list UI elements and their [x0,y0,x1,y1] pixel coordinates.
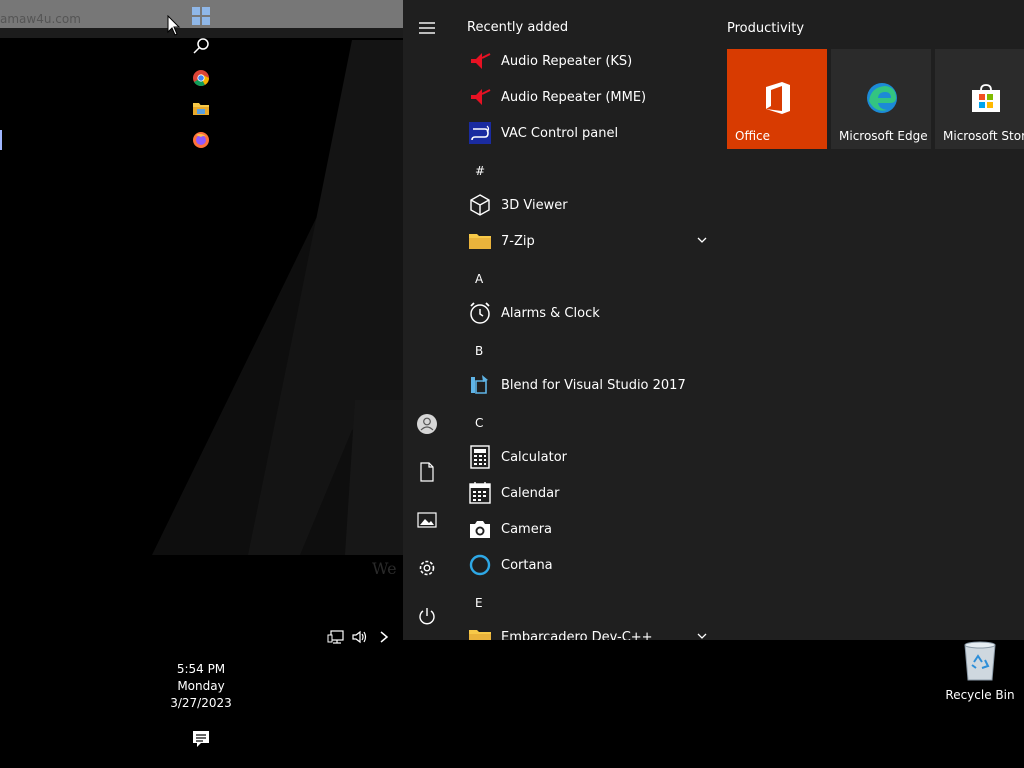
recycle-bin[interactable]: Recycle Bin [944,638,1016,708]
vac-icon [467,120,493,146]
taskbar-clock[interactable]: 5:54 PM Monday 3/27/2023 [151,661,251,712]
calculator-icon [467,444,493,470]
focus-marker [0,130,2,150]
search-icon[interactable] [191,36,211,56]
folder-icon [467,624,493,640]
cube-icon [467,192,493,218]
system-tray [327,626,403,648]
tile-label: Microsoft Store [943,129,1024,143]
cortana-icon [467,552,493,578]
tile-label: Office [735,129,771,143]
tile-group-title[interactable]: Productivity [727,21,804,36]
tile-microsoft-store[interactable]: Microsoft Store [935,49,1024,149]
action-center-icon[interactable] [191,729,211,749]
app-label: Cortana [501,557,553,573]
app-audio-repeater-ks[interactable]: Audio Repeater (KS) [463,43,713,79]
network-icon[interactable] [327,628,345,646]
file-explorer-icon[interactable] [191,99,211,119]
tile-office[interactable]: Office [727,49,827,149]
app-label: 3D Viewer [501,197,568,213]
app-label: Calendar [501,485,560,501]
camera-icon [467,516,493,542]
app-label: Camera [501,521,553,537]
blend-icon [467,372,493,398]
settings-icon[interactable] [416,557,438,579]
hamburger-icon[interactable] [416,17,438,39]
chrome-icon[interactable] [191,68,211,88]
mouse-cursor [167,14,181,37]
tile-microsoft-edge[interactable]: Microsoft Edge [831,49,931,149]
app-label: Audio Repeater (MME) [501,89,647,105]
taskbar [183,0,219,768]
app-3d-viewer[interactable]: 3D Viewer [463,187,713,223]
calendar-icon [467,480,493,506]
tile-label: Microsoft Edge [839,129,928,143]
app-camera[interactable]: Camera [463,511,713,547]
volume-icon[interactable] [351,628,369,646]
documents-icon[interactable] [416,461,438,483]
app-label: Audio Repeater (KS) [501,53,633,69]
store-icon [969,81,1003,115]
firefox-icon[interactable] [191,130,211,150]
chevron-down-icon[interactable] [695,629,709,640]
power-icon[interactable] [416,605,438,627]
app-calendar[interactable]: Calendar [463,475,713,511]
clock-date: 3/27/2023 [170,696,232,710]
tile-area: Productivity Office Microsoft Edge Micro… [727,0,1024,200]
recently-added-header: Recently added [467,20,569,35]
office-icon [761,81,795,115]
app-label: Blend for Visual Studio 2017 [501,377,686,393]
user-icon[interactable] [416,413,438,435]
app-label: VAC Control panel [501,125,619,141]
url-text: amaw4u.com [0,12,81,26]
chevron-right-icon[interactable] [375,628,393,646]
windows-start-icon[interactable] [191,6,211,26]
audio-repeater-icon [467,48,493,74]
letter-header-a[interactable]: A [475,272,483,286]
app-blend-vs-2017[interactable]: Blend for Visual Studio 2017 [463,367,713,403]
wallpaper-watermark: We [372,559,397,578]
letter-header-c[interactable]: C [475,416,483,430]
app-label: Alarms & Clock [501,305,600,321]
app-label: Embarcadero Dev-C++ [501,629,653,641]
chevron-down-icon[interactable] [695,233,709,247]
app-list: Recently added Audio Repeater (KS) Audio… [451,0,713,640]
app-7zip[interactable]: 7-Zip [463,223,713,259]
app-alarms-clock[interactable]: Alarms & Clock [463,295,713,331]
letter-header-b[interactable]: B [475,344,483,358]
audio-repeater-icon [467,84,493,110]
clock-time: 5:54 PM [176,662,226,676]
alarm-clock-icon [467,300,493,326]
recycle-bin-label: Recycle Bin [945,688,1015,702]
edge-icon [865,81,899,115]
clock-day: Monday [177,679,225,693]
start-rail [403,0,451,640]
letter-header-hash[interactable]: # [475,164,485,178]
app-label: Calculator [501,449,568,465]
app-label: 7-Zip [501,233,535,249]
start-menu: Recently added Audio Repeater (KS) Audio… [403,0,1024,640]
pictures-icon[interactable] [416,509,438,531]
recycle-bin-icon [960,640,1000,682]
app-embarcadero-dev-cpp[interactable]: Embarcadero Dev-C++ [463,619,713,640]
folder-icon [467,228,493,254]
letter-header-e[interactable]: E [475,596,483,610]
app-calculator[interactable]: Calculator [463,439,713,475]
app-vac-control-panel[interactable]: VAC Control panel [463,115,713,151]
app-audio-repeater-mme[interactable]: Audio Repeater (MME) [463,79,713,115]
app-cortana[interactable]: Cortana [463,547,713,583]
